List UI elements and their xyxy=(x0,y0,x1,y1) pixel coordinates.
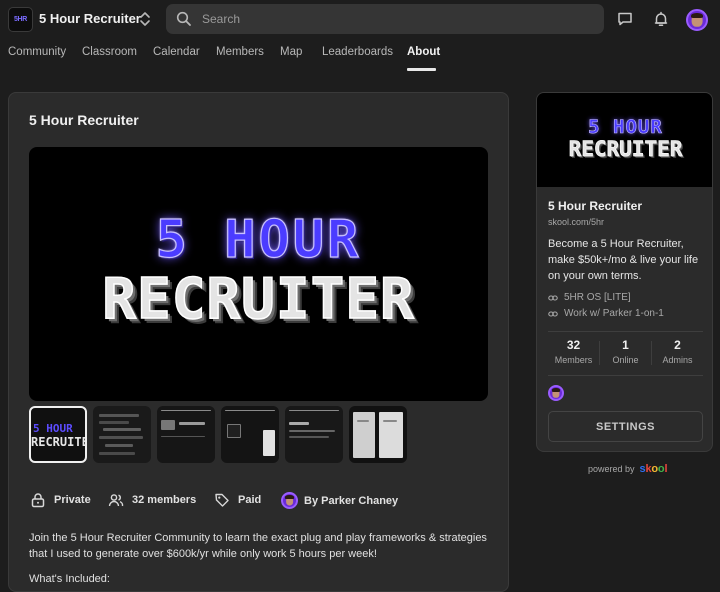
search-bar[interactable] xyxy=(166,4,604,34)
banner-logo-line2: RECRUITER xyxy=(568,137,683,162)
tab-map[interactable]: Map xyxy=(280,46,302,58)
stat-members[interactable]: 32 Members xyxy=(548,338,599,365)
sidebar-description: Become a 5 Hour Recruiter, make $50k+/mo… xyxy=(548,238,699,282)
top-bar: 5HR 5 Hour Recruiter xyxy=(0,0,720,38)
stat-online[interactable]: 1 Online xyxy=(600,338,651,365)
tab-classroom[interactable]: Classroom xyxy=(82,46,137,58)
sidebar-banner: 5 HOUR RECRUITER xyxy=(537,93,712,187)
search-input[interactable] xyxy=(202,12,582,26)
stat-value: 1 xyxy=(622,338,629,352)
avatar-hair xyxy=(691,12,703,19)
tag-icon xyxy=(215,493,229,507)
settings-button[interactable]: SETTINGS xyxy=(548,411,703,442)
tab-calendar[interactable]: Calendar xyxy=(153,46,200,58)
gallery-thumbnail[interactable] xyxy=(285,406,343,463)
tab-leaderboards[interactable]: Leaderboards xyxy=(322,46,393,58)
pricing-meta: Paid xyxy=(214,492,261,508)
gallery-thumbnail[interactable]: 5 HOUR RECRUITER xyxy=(29,406,87,463)
gallery-thumbnail[interactable] xyxy=(93,406,151,463)
members-meta[interactable]: 32 members xyxy=(108,492,196,508)
search-icon xyxy=(176,11,191,26)
divider xyxy=(548,331,703,332)
sidebar-community-name: 5 Hour Recruiter xyxy=(548,199,643,213)
owner-name: By Parker Chaney xyxy=(304,494,399,507)
chevron-updown-icon[interactable] xyxy=(138,10,152,28)
user-avatar[interactable] xyxy=(686,9,708,31)
skool-letter: l xyxy=(664,463,668,475)
tab-members[interactable]: Members xyxy=(216,46,264,58)
tab-community[interactable]: Community xyxy=(8,46,66,58)
divider xyxy=(548,375,703,376)
hero-image[interactable]: 5 HOUR RECRUITER xyxy=(29,147,488,401)
privacy-meta: Private xyxy=(30,492,91,508)
privacy-label: Private xyxy=(54,494,91,506)
sidebar-link[interactable]: Work w/ Parker 1-on-1 xyxy=(548,308,664,319)
powered-by-skool[interactable]: powered by skool xyxy=(588,463,667,475)
gallery-thumbnail[interactable] xyxy=(349,406,407,463)
users-icon xyxy=(108,494,124,507)
about-card: 5 Hour Recruiter 5 HOUR RECRUITER 5 HOUR… xyxy=(8,92,509,592)
stat-value: 2 xyxy=(674,338,681,352)
avatar-hair xyxy=(285,495,294,500)
stat-label: Members xyxy=(554,355,593,365)
stat-label: Admins xyxy=(662,355,693,365)
community-sidebar-card: 5 HOUR RECRUITER 5 Hour Recruiter skool.… xyxy=(536,92,713,452)
chat-icon[interactable] xyxy=(616,10,634,28)
stat-value: 32 xyxy=(566,338,581,352)
community-name[interactable]: 5 Hour Recruiter xyxy=(39,11,141,26)
thumb-logo-line2: RECRUITER xyxy=(31,435,85,449)
powered-by-text: powered by xyxy=(588,464,635,474)
link-icon xyxy=(548,310,558,317)
skool-logo: skool xyxy=(640,463,668,475)
tab-about[interactable]: About xyxy=(407,46,440,58)
page-title: 5 Hour Recruiter xyxy=(29,112,139,128)
community-description: Join the 5 Hour Recruiter Community to l… xyxy=(29,532,487,560)
active-tab-indicator xyxy=(407,68,436,71)
hero-logo-line1: 5 HOUR xyxy=(155,209,362,270)
owner-avatar xyxy=(281,492,298,509)
community-logo[interactable]: 5HR xyxy=(8,7,33,32)
thumb-logo-line1: 5 HOUR xyxy=(33,422,73,435)
lock-icon xyxy=(31,493,45,508)
pricing-label: Paid xyxy=(238,494,262,506)
member-avatar[interactable] xyxy=(548,385,564,401)
members-count: 32 members xyxy=(132,494,197,506)
included-heading: What's Included: xyxy=(29,573,110,585)
bell-icon[interactable] xyxy=(652,10,670,28)
banner-logo-line1: 5 HOUR xyxy=(588,116,663,139)
sidebar-community-url[interactable]: skool.com/5hr xyxy=(548,217,604,227)
stat-label: Online xyxy=(612,355,639,365)
link-icon xyxy=(548,294,558,301)
hero-logo-line2: RECRUITER xyxy=(102,266,415,333)
nav-tabs: Community Classroom Calendar Members Map… xyxy=(0,38,720,71)
sidebar-link[interactable]: 5HR OS [LITE] xyxy=(548,292,631,303)
owner-meta[interactable]: By Parker Chaney xyxy=(281,492,398,509)
sidebar-link-label: Work w/ Parker 1-on-1 xyxy=(564,308,664,319)
sidebar-link-label: 5HR OS [LITE] xyxy=(564,292,631,303)
avatar-hair xyxy=(552,388,560,392)
stat-admins[interactable]: 2 Admins xyxy=(652,338,703,365)
gallery-thumbnail[interactable] xyxy=(221,406,279,463)
gallery-thumbnail[interactable] xyxy=(157,406,215,463)
logo-text: 5HR xyxy=(13,16,28,23)
